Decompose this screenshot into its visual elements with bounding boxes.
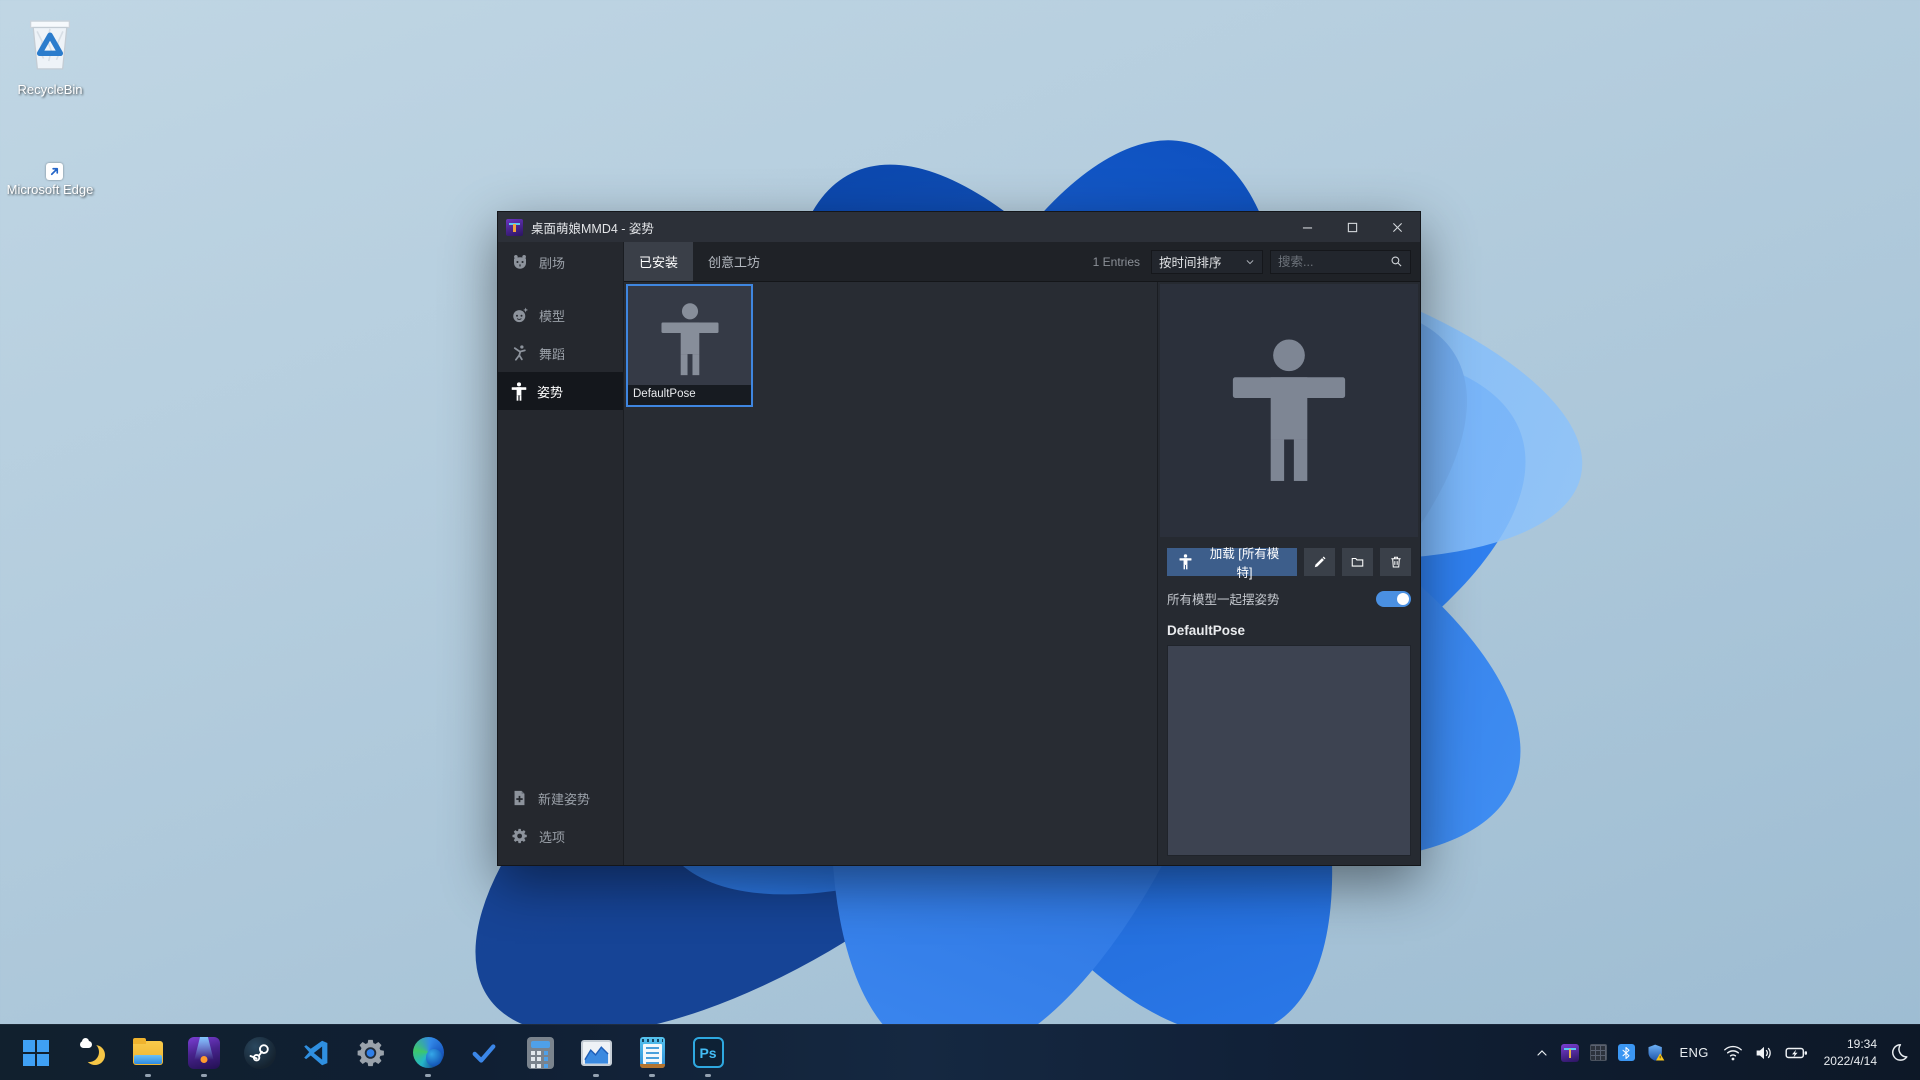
taskbar-widgets-button[interactable] bbox=[72, 1033, 112, 1073]
sidebar-item-new-pose[interactable]: 新建姿势 bbox=[498, 779, 623, 817]
pose-all-models-toggle[interactable] bbox=[1376, 590, 1411, 607]
search-icon bbox=[1391, 256, 1402, 267]
calculator-icon bbox=[526, 1036, 554, 1069]
sidebar-item-options[interactable]: 选项 bbox=[498, 817, 623, 855]
recycle-bin-icon bbox=[19, 8, 81, 78]
battery-icon[interactable] bbox=[1785, 1044, 1809, 1062]
tray-date: 2022/4/14 bbox=[1823, 1053, 1877, 1068]
edit-pose-button[interactable] bbox=[1304, 548, 1335, 576]
taskbar-file-explorer[interactable] bbox=[128, 1033, 168, 1073]
folder-icon bbox=[1351, 557, 1364, 567]
settings-gear-icon bbox=[357, 1038, 387, 1068]
security-shield-icon[interactable] bbox=[1646, 1043, 1666, 1063]
taskbar-edge[interactable] bbox=[408, 1033, 448, 1073]
desktop-icon-recycle-bin[interactable]: RecycleBin bbox=[6, 8, 94, 98]
toggle-label: 所有模型一起摆姿势 bbox=[1167, 593, 1280, 607]
window-title: 桌面萌娘MMD4 - 姿势 bbox=[531, 221, 654, 236]
taskbar-todo[interactable] bbox=[464, 1033, 504, 1073]
entries-count: 1 Entries bbox=[1092, 254, 1140, 269]
vscode-icon bbox=[304, 1040, 328, 1065]
tray-mmd-icon[interactable] bbox=[1560, 1043, 1579, 1062]
close-button[interactable] bbox=[1375, 212, 1420, 242]
sidebar-item-models[interactable]: 模型 bbox=[498, 296, 623, 334]
steam-icon bbox=[244, 1036, 276, 1069]
sidebar-item-pose[interactable]: 姿势 bbox=[498, 372, 623, 410]
pose-figure-icon bbox=[1179, 554, 1192, 570]
pose-grid: DefaultPose bbox=[624, 282, 1157, 865]
windows-logo-icon bbox=[23, 1039, 49, 1066]
search-input[interactable] bbox=[1278, 254, 1386, 269]
pencil-icon bbox=[1314, 556, 1325, 568]
taskbar-calculator[interactable] bbox=[520, 1033, 560, 1073]
sidebar-item-dance[interactable]: 舞蹈 bbox=[498, 334, 623, 372]
taskbar-vscode[interactable] bbox=[296, 1033, 336, 1073]
character-face-icon bbox=[513, 307, 529, 323]
tray-time: 19:34 bbox=[1846, 1037, 1877, 1052]
pose-card-label: DefaultPose bbox=[628, 385, 751, 405]
tray-grid-icon[interactable] bbox=[1589, 1044, 1607, 1061]
search-box bbox=[1270, 249, 1411, 274]
minimize-button[interactable] bbox=[1285, 212, 1330, 242]
system-tray: ENG 19:34 2022/4/14 bbox=[1534, 1025, 1910, 1080]
selected-pose-name: DefaultPose bbox=[1167, 623, 1246, 638]
new-file-icon bbox=[514, 790, 525, 806]
pose-figure-icon bbox=[511, 381, 527, 401]
file-explorer-icon bbox=[133, 1037, 163, 1065]
performance-graph-icon bbox=[580, 1039, 612, 1066]
weather-moon-icon bbox=[77, 1037, 107, 1068]
trash-icon bbox=[1390, 556, 1401, 568]
sidebar: 剧场 模型 舞蹈 姿势 新建姿势 选项 bbox=[498, 242, 624, 865]
bluetooth-icon[interactable] bbox=[1617, 1044, 1635, 1061]
dancer-icon bbox=[513, 345, 526, 361]
clock[interactable]: 19:34 2022/4/14 bbox=[1824, 1036, 1877, 1068]
desktop-icon-label: Microsoft Edge bbox=[6, 182, 94, 197]
content-header: 已安装 创意工坊 1 Entries 按时间排序 bbox=[624, 242, 1420, 282]
taskbar-task-manager[interactable] bbox=[576, 1033, 616, 1073]
open-folder-button[interactable] bbox=[1342, 548, 1373, 576]
photoshop-icon: Ps bbox=[692, 1037, 724, 1068]
pose-description-box bbox=[1167, 645, 1411, 856]
volume-icon[interactable] bbox=[1754, 1044, 1774, 1062]
chevron-down-icon bbox=[1246, 259, 1254, 264]
night-mode-icon[interactable] bbox=[1888, 1042, 1910, 1064]
sidebar-item-theater[interactable]: 剧场 bbox=[498, 242, 623, 282]
pose-preview bbox=[1160, 284, 1418, 537]
pose-card-defaultpose[interactable]: DefaultPose bbox=[626, 284, 753, 407]
mmd-pose-window: 桌面萌娘MMD4 - 姿势 剧场 模型 舞蹈 姿势 新建姿势 选项 已安装 创意… bbox=[497, 211, 1421, 866]
tab-workshop[interactable]: 创意工坊 bbox=[693, 242, 775, 281]
window-titlebar[interactable]: 桌面萌娘MMD4 - 姿势 bbox=[498, 212, 1420, 242]
shortcut-arrow-icon bbox=[46, 163, 63, 180]
check-icon bbox=[472, 1043, 496, 1063]
taskbar-notepad[interactable] bbox=[632, 1033, 672, 1073]
delete-pose-button[interactable] bbox=[1380, 548, 1411, 576]
language-indicator[interactable]: ENG bbox=[1677, 1045, 1712, 1060]
detail-panel: 加载 [所有模特] 所有模型一起摆姿势 DefaultPose bbox=[1157, 282, 1420, 865]
theater-icon bbox=[514, 254, 526, 269]
pose-preview-figure bbox=[1232, 339, 1346, 482]
maximize-button[interactable] bbox=[1330, 212, 1375, 242]
taskbar-photoshop[interactable]: Ps bbox=[688, 1033, 728, 1073]
load-pose-button[interactable]: 加载 [所有模特] bbox=[1167, 547, 1297, 580]
app-icon bbox=[506, 218, 523, 236]
taskbar-steam[interactable] bbox=[240, 1033, 280, 1073]
gear-icon bbox=[512, 828, 527, 844]
taskbar-mmd-app[interactable] bbox=[184, 1033, 224, 1073]
taskbar-settings[interactable] bbox=[352, 1033, 392, 1073]
sort-dropdown[interactable]: 按时间排序 bbox=[1151, 249, 1263, 274]
mmd-app-icon bbox=[188, 1036, 220, 1069]
taskbar: Ps ENG 19:34 2022/4/14 bbox=[0, 1024, 1920, 1080]
tray-chevron-up[interactable] bbox=[1534, 1045, 1550, 1061]
wifi-icon[interactable] bbox=[1723, 1044, 1743, 1062]
start-button[interactable] bbox=[16, 1033, 56, 1073]
pose-thumbnail-figure bbox=[660, 303, 719, 376]
tab-installed[interactable]: 已安装 bbox=[624, 242, 694, 281]
notepad-icon bbox=[639, 1037, 665, 1068]
desktop-icon-label: RecycleBin bbox=[17, 82, 83, 97]
desktop-icon-edge[interactable]: Microsoft Edge bbox=[6, 163, 94, 198]
edge-icon bbox=[412, 1037, 444, 1068]
